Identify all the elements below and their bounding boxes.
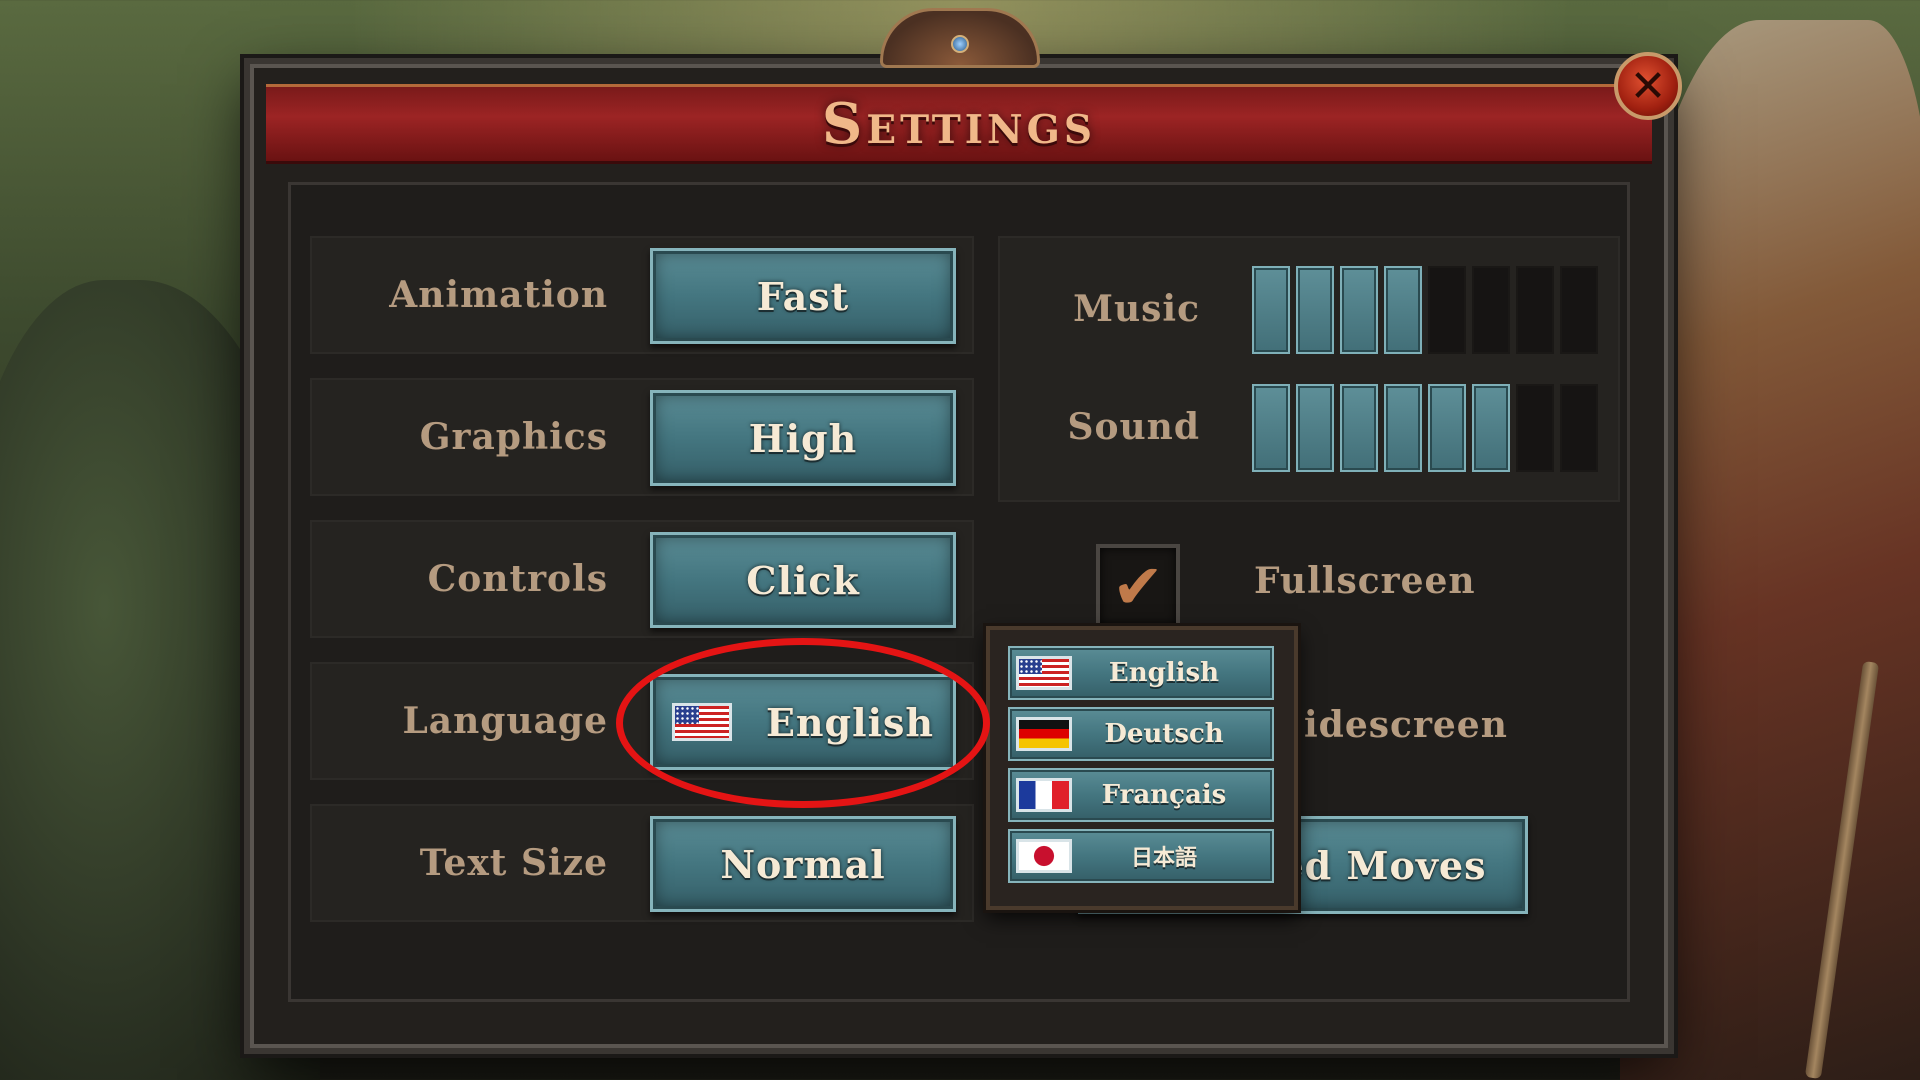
setting-label-animation: Animation — [389, 274, 608, 316]
volume-segment[interactable] — [1516, 266, 1554, 354]
language-option-deutsch[interactable]: Deutsch — [1008, 707, 1274, 761]
text-size-value: Normal — [720, 841, 886, 887]
graphics-value: High — [748, 415, 858, 461]
text-size-button[interactable]: Normal — [650, 816, 956, 912]
widescreen-label: idescreen — [1304, 704, 1508, 746]
setting-row-language: Language English — [310, 662, 974, 780]
sound-label: Sound — [1067, 406, 1200, 448]
volume-segment[interactable] — [1384, 384, 1422, 472]
setting-row-animation: Animation Fast — [310, 236, 974, 354]
us-flag-icon — [1016, 656, 1072, 690]
setting-row-graphics: Graphics High — [310, 378, 974, 496]
audio-panel: Music Sound — [998, 236, 1620, 502]
language-option-english[interactable]: English — [1008, 646, 1274, 700]
volume-segment[interactable] — [1472, 266, 1510, 354]
setting-label-controls: Controls — [427, 558, 608, 600]
fr-flag-icon — [1016, 778, 1072, 812]
setting-row-text-size: Text Size Normal — [310, 804, 974, 922]
controls-button[interactable]: Click — [650, 532, 956, 628]
language-option-francais[interactable]: Français — [1008, 768, 1274, 822]
setting-label-text-size: Text Size — [419, 842, 608, 884]
language-option-japanese[interactable]: 日本語 — [1008, 829, 1274, 883]
language-value: English — [765, 699, 935, 745]
music-label: Music — [1073, 288, 1200, 330]
jp-flag-icon — [1016, 839, 1072, 873]
close-button[interactable]: ✕ — [1614, 52, 1682, 120]
controls-value: Click — [746, 557, 860, 603]
checkmark-icon: ✔ — [1112, 549, 1164, 623]
close-icon: ✕ — [1629, 60, 1667, 112]
volume-segment[interactable] — [1340, 384, 1378, 472]
volume-segment[interactable] — [1560, 384, 1598, 472]
volume-segment[interactable] — [1516, 384, 1554, 472]
language-option-label: English — [1108, 658, 1220, 688]
animation-button[interactable]: Fast — [650, 248, 956, 344]
title-banner: Settings — [266, 84, 1652, 164]
crest-gem-icon — [951, 35, 969, 53]
volume-segment[interactable] — [1428, 266, 1466, 354]
volume-segment[interactable] — [1340, 266, 1378, 354]
setting-label-graphics: Graphics — [419, 416, 608, 458]
volume-segment[interactable] — [1428, 384, 1466, 472]
volume-segment[interactable] — [1252, 266, 1290, 354]
language-button[interactable]: English — [650, 674, 956, 770]
page-title: Settings — [821, 91, 1097, 157]
volume-segment[interactable] — [1560, 266, 1598, 354]
setting-label-language: Language — [402, 700, 608, 742]
volume-segment[interactable] — [1296, 266, 1334, 354]
crest-ornament — [880, 8, 1040, 68]
language-option-label: 日本語 — [1130, 846, 1197, 871]
music-volume-bar[interactable] — [1252, 266, 1598, 354]
fullscreen-checkbox[interactable]: ✔ — [1096, 544, 1180, 628]
volume-segment[interactable] — [1296, 384, 1334, 472]
language-option-label: Deutsch — [1104, 719, 1224, 749]
volume-segment[interactable] — [1384, 266, 1422, 354]
language-dropdown: English Deutsch Français 日本語 — [986, 626, 1298, 910]
language-option-label: Français — [1101, 780, 1227, 810]
sound-volume-bar[interactable] — [1252, 384, 1598, 472]
setting-row-controls: Controls Click — [310, 520, 974, 638]
volume-segment[interactable] — [1252, 384, 1290, 472]
volume-segment[interactable] — [1472, 384, 1510, 472]
animation-value: Fast — [756, 273, 850, 319]
us-flag-icon — [671, 703, 732, 741]
de-flag-icon — [1016, 717, 1072, 751]
fullscreen-label: Fullscreen — [1254, 560, 1476, 602]
graphics-button[interactable]: High — [650, 390, 956, 486]
